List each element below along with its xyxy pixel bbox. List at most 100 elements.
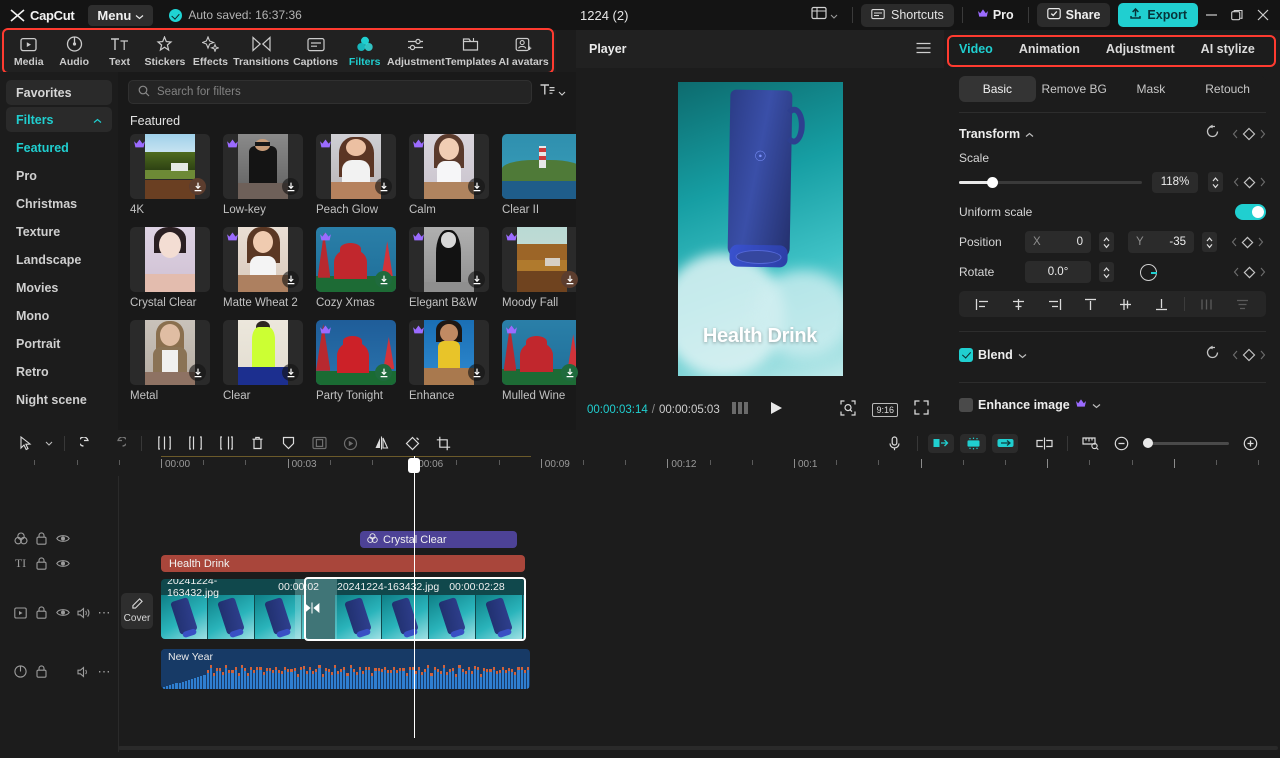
sidebar-item-night-scene[interactable]: Night scene: [6, 386, 112, 414]
download-icon[interactable]: [561, 364, 578, 381]
mask-icon[interactable]: [273, 431, 304, 455]
trim-left-icon[interactable]: [180, 431, 211, 455]
position-x-field[interactable]: X 0: [1025, 231, 1091, 253]
align-left-icon[interactable]: [965, 298, 1001, 311]
timeline-ruler-icon[interactable]: [1075, 431, 1106, 455]
filter-item[interactable]: Peach Glow: [316, 134, 396, 216]
reset-icon[interactable]: [1205, 124, 1220, 144]
blend-keyframe[interactable]: [1232, 348, 1266, 362]
scale-slider-knob[interactable]: [987, 177, 998, 188]
trim-right-icon[interactable]: [211, 431, 242, 455]
filter-thumbnail[interactable]: [316, 134, 396, 199]
sidebar-item-retro[interactable]: Retro: [6, 358, 112, 386]
filter-thumbnail[interactable]: [502, 134, 582, 199]
filter-item[interactable]: Clear: [223, 320, 303, 402]
timeline-clip-text[interactable]: Health Drink: [161, 555, 525, 572]
timeline-clip-video-2[interactable]: 20241224-163432.jpg 00:00:02:28: [305, 579, 525, 639]
sidebar-item-pro[interactable]: Pro: [6, 162, 112, 190]
sidebar-item-portrait[interactable]: Portrait: [6, 330, 112, 358]
tool-tab-audio[interactable]: Audio: [51, 35, 96, 68]
frame-step-icon[interactable]: [732, 401, 750, 419]
fullscreen-icon[interactable]: [914, 400, 929, 420]
filter-thumbnail[interactable]: [409, 227, 489, 292]
align-bottom-icon[interactable]: [1144, 298, 1180, 311]
sidebar-item-favorites[interactable]: Favorites: [6, 80, 112, 105]
position-x-stepper[interactable]: [1099, 232, 1114, 252]
filter-item[interactable]: Clear II: [502, 134, 582, 216]
align-top-icon[interactable]: [1072, 298, 1108, 311]
enhance-image-header[interactable]: Enhance image: [945, 393, 1280, 417]
mute-icon[interactable]: [73, 602, 94, 623]
uniform-scale-toggle[interactable]: [1235, 204, 1266, 220]
sidebar-item-landscape[interactable]: Landscape: [6, 246, 112, 274]
tool-tab-captions[interactable]: Captions: [289, 35, 342, 68]
filter-thumbnail[interactable]: [223, 320, 303, 385]
play-button[interactable]: [770, 401, 783, 420]
tool-tab-text[interactable]: Text: [97, 35, 142, 68]
filter-thumbnail[interactable]: [223, 227, 303, 292]
tool-tab-stickers[interactable]: Stickers: [142, 35, 187, 68]
mute-icon[interactable]: [73, 661, 94, 682]
search-input[interactable]: Search for filters: [128, 80, 532, 104]
reset-icon[interactable]: [1205, 345, 1220, 365]
filter-item[interactable]: Calm: [409, 134, 489, 216]
close-button[interactable]: [1250, 0, 1276, 30]
segment-basic[interactable]: Basic: [959, 76, 1036, 102]
auto-cut-icon[interactable]: [928, 434, 954, 453]
select-tool-chevron-down-icon[interactable]: [41, 431, 57, 455]
rotate-field[interactable]: 0.0°: [1025, 261, 1091, 283]
transition-icon[interactable]: [304, 602, 320, 617]
filter-item[interactable]: Cozy Xmas: [316, 227, 396, 309]
filter-item[interactable]: Elegant B&W: [409, 227, 489, 309]
position-y-stepper[interactable]: [1202, 232, 1217, 252]
transform-title-wrap[interactable]: Transform: [959, 127, 1034, 141]
blend-title-wrap[interactable]: Blend: [959, 348, 1027, 362]
align-center-h-icon[interactable]: [1001, 298, 1037, 311]
delete-icon[interactable]: [242, 431, 273, 455]
filter-thumbnail[interactable]: [502, 320, 582, 385]
filter-item[interactable]: 4K: [130, 134, 210, 216]
scale-slider[interactable]: [959, 181, 1142, 184]
lock-icon[interactable]: [31, 661, 52, 682]
download-icon[interactable]: [282, 271, 299, 288]
filter-item[interactable]: Low-key: [223, 134, 303, 216]
zoom-out-icon[interactable]: [1106, 431, 1137, 455]
cover-button[interactable]: Cover: [121, 593, 153, 629]
download-icon[interactable]: [468, 271, 485, 288]
filter-thumbnail[interactable]: [130, 134, 210, 199]
lock-icon[interactable]: [31, 602, 52, 623]
filter-thumbnail[interactable]: [316, 227, 396, 292]
keyframe-control[interactable]: [1232, 127, 1266, 141]
maximize-button[interactable]: [1224, 0, 1250, 30]
scale-value[interactable]: 118%: [1152, 172, 1198, 193]
download-icon[interactable]: [189, 364, 206, 381]
tab-animation[interactable]: Animation: [1019, 42, 1080, 56]
split-clip-icon[interactable]: [1029, 431, 1060, 455]
filter-item[interactable]: Metal: [130, 320, 210, 402]
sidebar-group-filters[interactable]: Filters: [6, 107, 112, 132]
segment-remove-bg[interactable]: Remove BG: [1036, 76, 1113, 102]
split-icon[interactable]: [149, 431, 180, 455]
download-icon[interactable]: [561, 271, 578, 288]
segment-mask[interactable]: Mask: [1113, 76, 1190, 102]
tool-tab-filters[interactable]: Filters: [342, 35, 387, 68]
timeline-ruler[interactable]: 00:0000:0300:0600:0900:1200:1: [0, 456, 1280, 476]
rotate-dial[interactable]: [1140, 264, 1157, 281]
lock-icon[interactable]: [31, 528, 52, 549]
position-y-field[interactable]: Y -35: [1128, 231, 1194, 253]
tab-video[interactable]: Video: [959, 42, 993, 56]
playhead-knob[interactable]: [408, 458, 420, 473]
filter-thumbnail[interactable]: [130, 320, 210, 385]
tool-tab-adjustment[interactable]: Adjustment: [387, 35, 444, 68]
download-icon[interactable]: [468, 178, 485, 195]
visibility-icon[interactable]: [52, 602, 73, 623]
tool-tab-transitions[interactable]: Transitions: [233, 35, 289, 68]
auto-link-icon[interactable]: [992, 434, 1018, 453]
filter-item[interactable]: Mulled Wine: [502, 320, 582, 402]
blend-checkbox[interactable]: [959, 348, 973, 362]
aspect-ratio-badge[interactable]: 9:16: [872, 403, 898, 417]
tool-tab-media[interactable]: Media: [6, 35, 51, 68]
layout-button[interactable]: [805, 3, 844, 28]
enhance-checkbox[interactable]: [959, 398, 973, 412]
more-options-icon[interactable]: ⋯: [94, 602, 115, 623]
